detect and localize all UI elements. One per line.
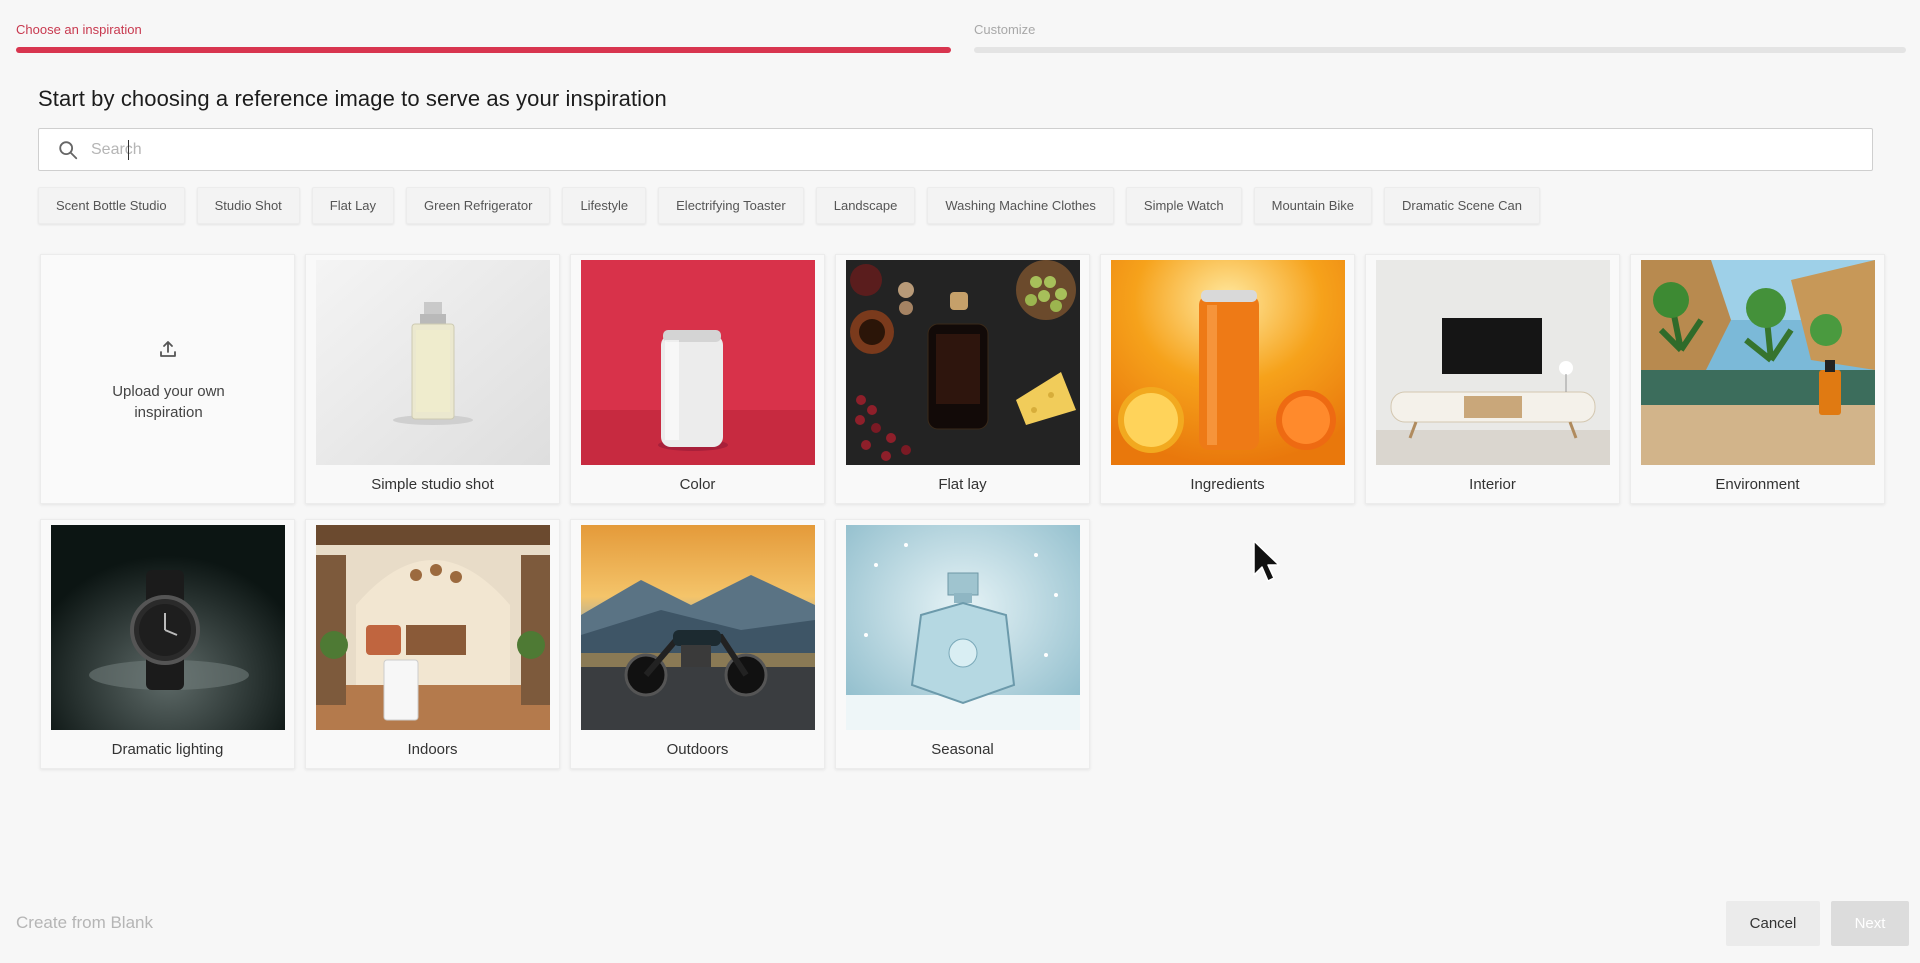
step-label: Choose an inspiration	[16, 22, 142, 37]
orange-can-image	[1111, 260, 1345, 465]
chip-simple-watch[interactable]: Simple Watch	[1125, 187, 1242, 224]
card-title: Interior	[1469, 476, 1516, 493]
upload-inspiration-card[interactable]: Upload your own inspiration	[40, 254, 295, 504]
card-title: Flat lay	[938, 476, 987, 493]
card-interior[interactable]: Interior	[1365, 254, 1620, 504]
tv-room-image	[1376, 260, 1610, 465]
can-on-red-image	[581, 260, 815, 465]
next-button[interactable]: Next	[1831, 901, 1909, 946]
filter-chips: Scent Bottle Studio Studio Shot Flat Lay…	[38, 187, 1540, 224]
card-ingredients[interactable]: Ingredients	[1100, 254, 1355, 504]
stepper: Choose an inspiration Customize	[16, 0, 1906, 60]
card-flat-lay[interactable]: Flat lay	[835, 254, 1090, 504]
search-box[interactable]	[38, 128, 1873, 171]
step-label: Customize	[974, 22, 1036, 37]
chip-landscape[interactable]: Landscape	[815, 187, 916, 224]
card-indoors[interactable]: Indoors	[305, 519, 560, 769]
text-caret	[128, 140, 129, 160]
card-title: Indoors	[407, 741, 458, 758]
card-seasonal[interactable]: Seasonal	[835, 519, 1090, 769]
create-from-blank-link[interactable]: Create from Blank	[16, 913, 153, 933]
search-input[interactable]	[91, 129, 1862, 170]
page-title: Start by choosing a reference image to s…	[38, 86, 667, 111]
card-title: Color	[679, 476, 716, 493]
card-title: Simple studio shot	[371, 476, 494, 493]
card-title: Environment	[1715, 476, 1800, 493]
chip-mountain-bike[interactable]: Mountain Bike	[1253, 187, 1373, 224]
card-title: Outdoors	[666, 741, 729, 758]
chip-lifestyle[interactable]: Lifestyle	[562, 187, 647, 224]
upload-label: Upload your own inspiration	[112, 383, 225, 421]
winter-perfume-image	[846, 525, 1080, 730]
flat-lay-food-image	[846, 260, 1080, 465]
chip-scent-bottle-studio[interactable]: Scent Bottle Studio	[38, 187, 185, 224]
chip-green-refrigerator[interactable]: Green Refrigerator	[406, 187, 551, 224]
watch-image	[51, 525, 285, 730]
card-color[interactable]: Color	[570, 254, 825, 504]
card-title: Ingredients	[1190, 476, 1265, 493]
oasis-bottle-image	[1641, 260, 1875, 465]
search-icon	[59, 141, 78, 160]
card-simple-studio-shot[interactable]: Simple studio shot	[305, 254, 560, 504]
perfume-bottle-image	[316, 260, 550, 465]
upload-icon	[160, 341, 176, 357]
chip-electrifying-toaster[interactable]: Electrifying Toaster	[658, 187, 804, 224]
living-room-image	[316, 525, 550, 730]
chip-washing-machine-clothes[interactable]: Washing Machine Clothes	[927, 187, 1114, 224]
step-progress-bar	[16, 47, 951, 53]
inspiration-grid: Upload your own inspiration Simple studi…	[40, 254, 1890, 774]
chip-studio-shot[interactable]: Studio Shot	[196, 187, 300, 224]
motorcycle-image	[581, 525, 815, 730]
card-dramatic-lighting[interactable]: Dramatic lighting	[40, 519, 295, 769]
mouse-cursor-icon	[1253, 540, 1280, 582]
chip-dramatic-scene-can[interactable]: Dramatic Scene Can	[1384, 187, 1540, 224]
card-environment[interactable]: Environment	[1630, 254, 1885, 504]
cancel-button[interactable]: Cancel	[1726, 901, 1820, 946]
chip-flat-lay[interactable]: Flat Lay	[311, 187, 395, 224]
card-outdoors[interactable]: Outdoors	[570, 519, 825, 769]
card-title: Seasonal	[931, 741, 994, 758]
step-progress-bar	[974, 47, 1906, 53]
card-title: Dramatic lighting	[111, 741, 224, 758]
